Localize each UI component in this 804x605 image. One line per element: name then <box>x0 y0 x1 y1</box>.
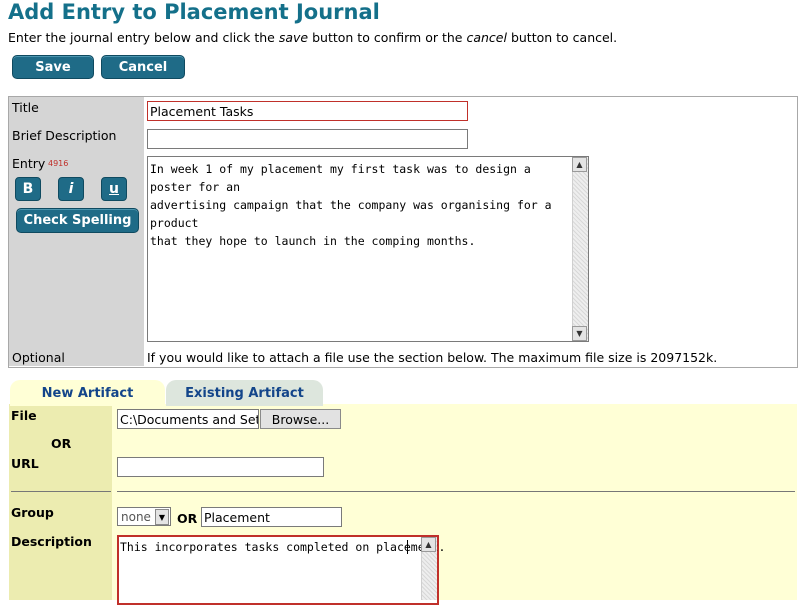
text-cursor <box>407 540 408 554</box>
or-label: OR <box>51 436 72 451</box>
cancel-button[interactable]: Cancel <box>101 55 185 79</box>
group-label: Group <box>11 505 54 520</box>
title-input[interactable]: Placement Tasks <box>147 101 468 121</box>
divider-left <box>11 491 111 492</box>
browse-button[interactable]: Browse... <box>260 409 341 429</box>
url-label: URL <box>11 456 39 471</box>
underline-button[interactable]: u <box>101 177 127 201</box>
scroll-down-icon[interactable]: ▼ <box>572 326 587 341</box>
brief-description-input[interactable] <box>147 129 468 149</box>
check-spelling-button[interactable]: Check Spelling <box>16 208 139 233</box>
entry-label: Entry <box>12 156 46 171</box>
file-input[interactable]: C:\Documents and Setti <box>117 409 259 429</box>
entry-text: In week 1 of my placement my first task … <box>150 162 552 248</box>
attachment-note: If you would like to attach a file use t… <box>147 350 718 365</box>
save-button[interactable]: Save <box>12 55 94 79</box>
group-input[interactable]: Placement <box>201 507 342 527</box>
group-select[interactable]: none ▼ <box>117 507 171 526</box>
artifact-label-column <box>9 404 112 600</box>
entry-scrollbar[interactable] <box>572 157 588 341</box>
chevron-down-icon[interactable]: ▼ <box>155 509 169 525</box>
optional-label: Optional <box>12 350 65 365</box>
description-label: Description <box>11 534 92 549</box>
bold-button[interactable]: B <box>15 177 41 201</box>
scroll-up-icon[interactable]: ▲ <box>572 157 587 172</box>
group-or-label: OR <box>177 511 198 526</box>
instructions-text: Enter the journal entry below and click … <box>8 30 618 45</box>
brief-description-label: Brief Description <box>12 128 117 143</box>
divider-right <box>117 491 795 492</box>
group-select-value: none <box>121 509 151 524</box>
url-input[interactable] <box>117 457 324 477</box>
scroll-up-icon[interactable]: ▲ <box>421 537 436 552</box>
tab-new-artifact[interactable]: New Artifact <box>10 380 165 406</box>
page-title: Add Entry to Placement Journal <box>8 0 380 24</box>
tab-existing-artifact[interactable]: Existing Artifact <box>166 380 323 406</box>
title-label: Title <box>12 100 39 115</box>
file-label: File <box>11 408 37 423</box>
italic-button[interactable]: i <box>58 177 84 201</box>
description-text: This incorporates tasks completed on pla… <box>120 540 446 554</box>
entry-character-count: 4916 <box>48 159 69 168</box>
